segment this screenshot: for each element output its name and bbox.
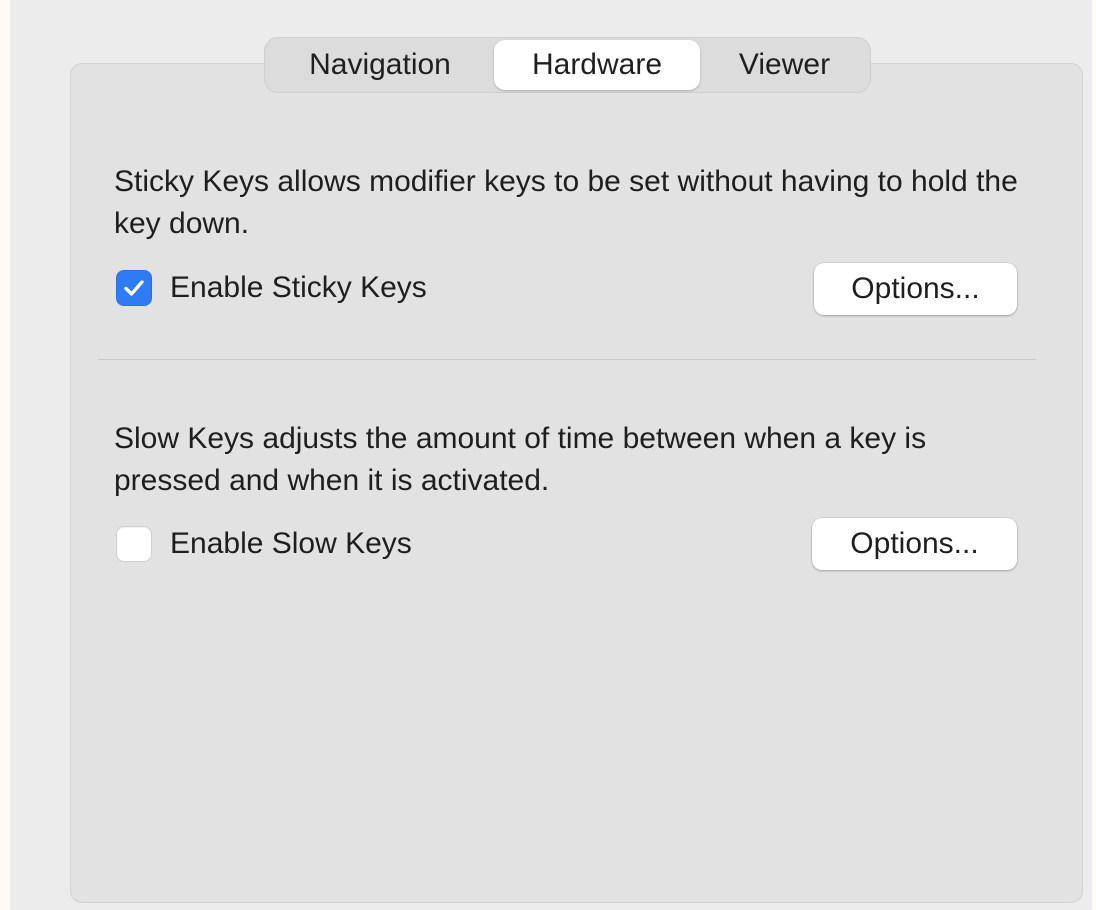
sticky-keys-description: Sticky Keys allows modifier keys to be s… bbox=[114, 165, 1018, 240]
sticky-keys-checkbox[interactable] bbox=[116, 270, 152, 306]
slow-keys-options-button[interactable]: Options... bbox=[812, 518, 1017, 570]
sticky-keys-checkbox-label: Enable Sticky Keys bbox=[170, 271, 427, 304]
tab-hardware[interactable]: Hardware bbox=[494, 40, 700, 90]
section-divider bbox=[98, 359, 1036, 360]
slow-keys-checkbox-label: Enable Slow Keys bbox=[170, 527, 412, 560]
sticky-keys-checkbox-row[interactable]: Enable Sticky Keys bbox=[116, 268, 427, 308]
slow-keys-checkbox-row[interactable]: Enable Slow Keys bbox=[116, 524, 412, 564]
tab-viewer[interactable]: Viewer bbox=[702, 40, 867, 90]
checkmark-icon bbox=[124, 280, 144, 296]
sticky-keys-options-button[interactable]: Options... bbox=[814, 263, 1017, 315]
slow-keys-checkbox[interactable] bbox=[116, 526, 152, 562]
tab-navigation[interactable]: Navigation bbox=[268, 40, 492, 90]
slow-keys-description: Slow Keys adjusts the amount of time bet… bbox=[114, 422, 927, 497]
tab-bar: Navigation Hardware Viewer bbox=[264, 37, 871, 93]
